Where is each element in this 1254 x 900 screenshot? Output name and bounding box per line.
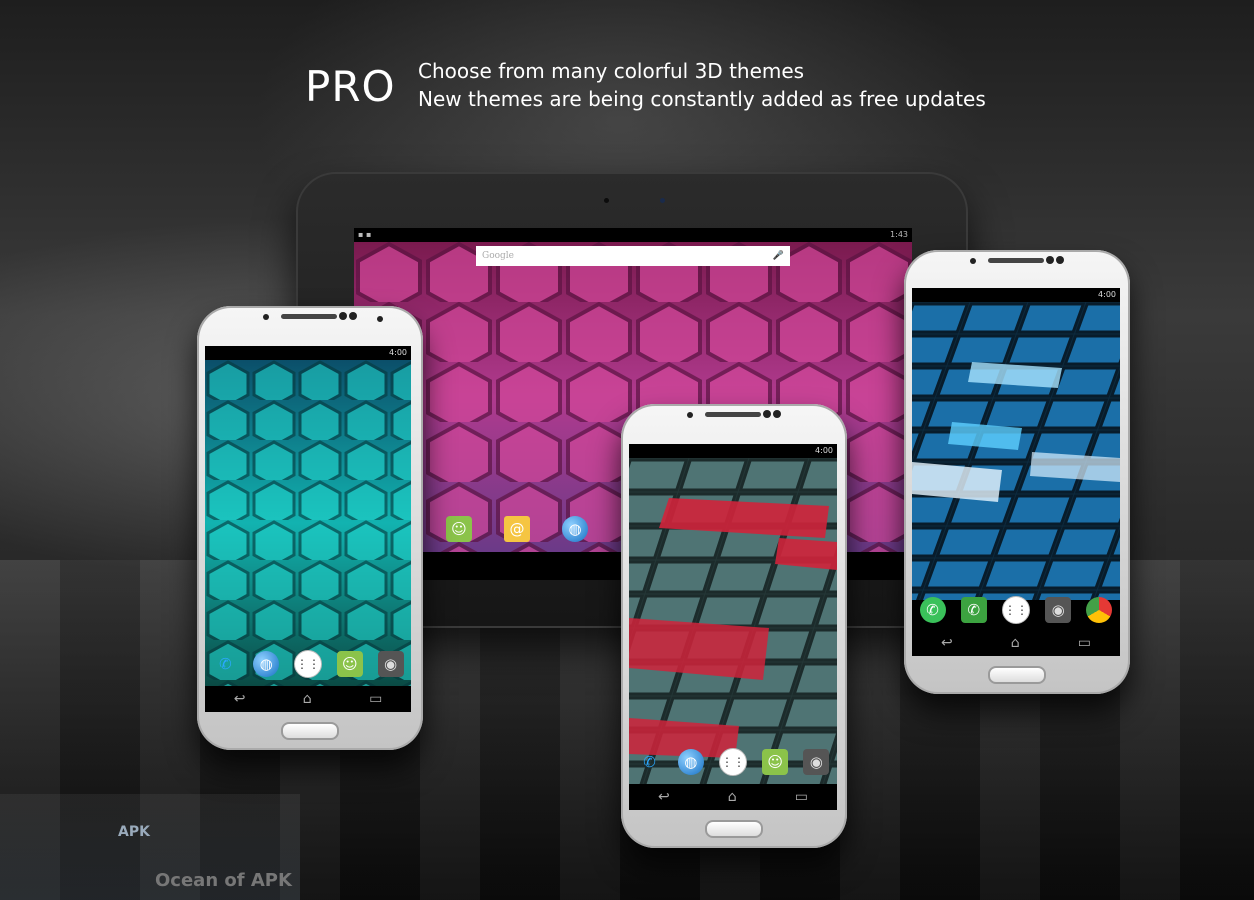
- search-placeholder: Google: [482, 251, 514, 261]
- recents-button[interactable]: ▭: [1078, 635, 1091, 651]
- phone-icon[interactable]: ✆: [212, 651, 238, 677]
- phone-left-dock: ✆ ◍ ⋮⋮ ☺ ◉: [205, 646, 411, 682]
- earpiece-speaker: [988, 258, 1044, 263]
- tagline: Choose from many colorful 3D themes New …: [418, 57, 986, 113]
- front-sensor: [349, 312, 357, 320]
- chrome-icon[interactable]: [1086, 597, 1113, 623]
- phone-center-wallpaper: [629, 458, 837, 784]
- hardware-home-button[interactable]: [988, 666, 1046, 684]
- phone-right: 4:00 ✆ ✆ ⋮⋮ ◉ ↩ ⌂ ▭: [904, 250, 1130, 694]
- apps-icon[interactable]: ⋮⋮: [293, 650, 322, 678]
- earpiece-speaker: [281, 314, 337, 319]
- nav-bar: ↩ ⌂ ▭: [912, 630, 1120, 656]
- back-button[interactable]: ↩: [658, 789, 670, 805]
- light-sensor: [687, 412, 693, 418]
- phone-center: 4:00 ✆ ◍ ⋮⋮ ☺ ◉ ↩ ⌂ ▭: [621, 404, 847, 848]
- phone-right-wallpaper: [912, 302, 1120, 600]
- camera-icon[interactable]: ◉: [377, 651, 404, 677]
- hardware-home-button[interactable]: [705, 820, 763, 838]
- home-button[interactable]: ⌂: [728, 789, 737, 805]
- nav-bar: ↩ ⌂ ▭: [205, 686, 411, 712]
- home-button[interactable]: ⌂: [303, 691, 312, 707]
- browser-globe-icon[interactable]: ◍: [253, 651, 280, 677]
- apps-icon[interactable]: ⋮⋮: [1001, 596, 1030, 624]
- tagline-line-2: New themes are being constantly added as…: [418, 87, 986, 111]
- pro-badge: PRO: [305, 62, 396, 111]
- phone-left-screen: 4:00 ✆ ◍ ⋮⋮ ☺ ◉ ↩ ⌂ ▭: [205, 346, 411, 712]
- phone-center-screen: 4:00 ✆ ◍ ⋮⋮ ☺ ◉ ↩ ⌂ ▭: [629, 444, 837, 810]
- nav-bar: ↩ ⌂ ▭: [629, 784, 837, 810]
- microphone-icon[interactable]: 🎤: [773, 246, 784, 266]
- front-sensor: [773, 410, 781, 418]
- google-search-bar[interactable]: Google 🎤: [476, 246, 790, 266]
- messenger-icon[interactable]: ☺: [336, 651, 363, 677]
- back-button[interactable]: ↩: [941, 635, 953, 651]
- promo-header: PRO Choose from many colorful 3D themes …: [0, 0, 1254, 140]
- earpiece-speaker: [705, 412, 761, 417]
- whatsapp-icon[interactable]: ✆: [919, 597, 946, 623]
- messenger-icon[interactable]: ☺: [446, 516, 472, 542]
- phone-icon[interactable]: ✆: [960, 597, 987, 623]
- phone-center-dock: ✆ ◍ ⋮⋮ ☺ ◉: [629, 744, 837, 780]
- phone-icon[interactable]: ✆: [637, 749, 663, 775]
- status-time: 4:00: [1098, 290, 1116, 299]
- notification-icons: ▪ ▪: [358, 230, 372, 239]
- status-time: 4:00: [389, 348, 407, 357]
- phone-right-dock: ✆ ✆ ⋮⋮ ◉: [912, 592, 1120, 628]
- back-button[interactable]: ↩: [234, 691, 246, 707]
- front-sensor: [1046, 256, 1054, 264]
- status-bar: 4:00: [912, 288, 1120, 302]
- phone-left-wallpaper: [205, 360, 411, 686]
- status-time: 4:00: [815, 446, 833, 455]
- watermark-brand: Ocean of APK: [155, 870, 292, 891]
- front-sensor: [763, 410, 771, 418]
- front-camera: [377, 316, 383, 322]
- front-sensor: [1056, 256, 1064, 264]
- tablet-sensor: [604, 198, 609, 203]
- hardware-home-button[interactable]: [281, 722, 339, 740]
- recents-button[interactable]: ▭: [369, 691, 382, 707]
- status-bar: 4:00: [205, 346, 411, 360]
- browser-globe-icon[interactable]: ◍: [562, 516, 588, 542]
- camera-icon[interactable]: ◉: [1045, 597, 1072, 623]
- watermark-logo-text: APK: [118, 824, 150, 840]
- messenger-icon[interactable]: ☺: [762, 749, 789, 775]
- recents-button[interactable]: ▭: [795, 789, 808, 805]
- status-time: 1:43: [890, 230, 908, 239]
- tablet-status-bar: ▪ ▪ 1:43: [354, 228, 912, 242]
- email-icon[interactable]: @: [504, 516, 530, 542]
- status-bar: 4:00: [629, 444, 837, 458]
- browser-globe-icon[interactable]: ◍: [677, 749, 704, 775]
- phone-right-screen: 4:00 ✆ ✆ ⋮⋮ ◉ ↩ ⌂ ▭: [912, 288, 1120, 656]
- phone-left: 4:00 ✆ ◍ ⋮⋮ ☺ ◉ ↩ ⌂ ▭: [197, 306, 423, 750]
- light-sensor: [970, 258, 976, 264]
- light-sensor: [263, 314, 269, 320]
- tagline-line-1: Choose from many colorful 3D themes: [418, 59, 805, 83]
- tablet-camera: [660, 198, 665, 203]
- apps-icon[interactable]: ⋮⋮: [718, 748, 747, 776]
- home-button[interactable]: ⌂: [1011, 635, 1020, 651]
- front-sensor: [339, 312, 347, 320]
- camera-icon[interactable]: ◉: [803, 749, 830, 775]
